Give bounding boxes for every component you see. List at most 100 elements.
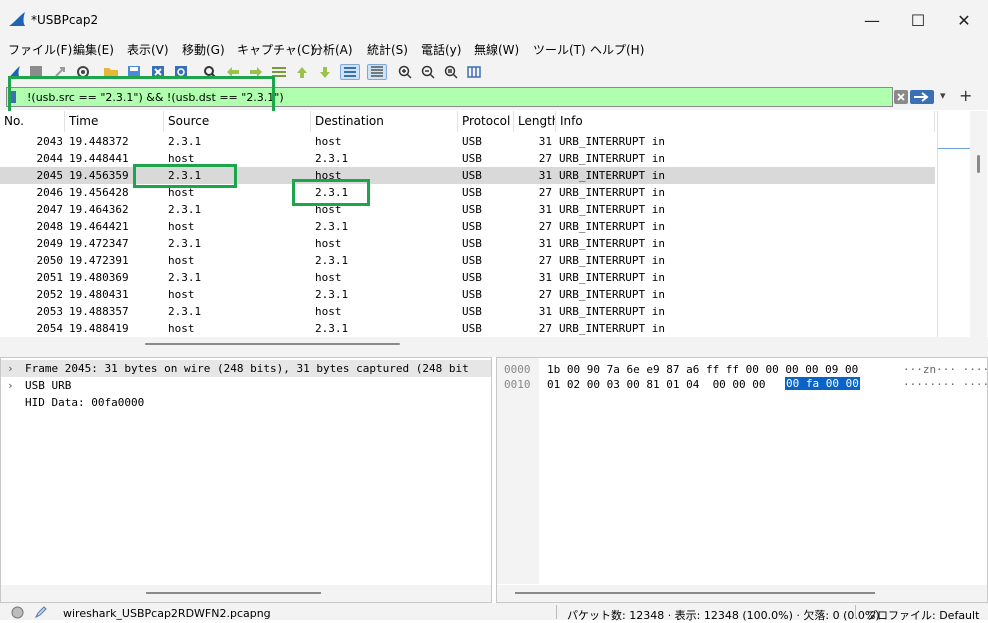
- go-to-packet-icon[interactable]: [271, 64, 287, 80]
- apply-filter-icon[interactable]: [910, 90, 934, 104]
- column-no[interactable]: No.: [0, 111, 65, 132]
- column-destination[interactable]: Destination: [311, 111, 458, 132]
- zoom-in-icon[interactable]: [397, 64, 413, 80]
- details-text: Frame 2045: 31 bytes on wire (248 bits),…: [25, 362, 469, 375]
- cell-time: 19.480431: [69, 288, 129, 301]
- details-row-hid-data[interactable]: HID Data: 00fa0000: [1, 394, 491, 411]
- packet-row[interactable]: 2052 19.480431 host 2.3.1 USB 27 URB_INTERRUPT…: [0, 286, 935, 303]
- ascii-bytes[interactable]: ········ ········: [903, 378, 988, 391]
- menu-wireless[interactable]: 無線(W): [474, 41, 519, 58]
- cell-destination: host: [315, 169, 342, 182]
- filter-bookmark-icon[interactable]: [10, 91, 16, 103]
- cell-length: 31: [538, 271, 552, 284]
- details-row-frame[interactable]: › Frame 2045: 31 bytes on wire (248 bits…: [1, 360, 491, 377]
- cell-destination: host: [315, 305, 342, 318]
- bytes-hscrollbar[interactable]: [497, 585, 987, 602]
- cell-no: 2050: [36, 254, 64, 267]
- edit-comment-icon[interactable]: [34, 605, 48, 619]
- packet-row[interactable]: 2054 19.488419 host 2.3.1 USB 27 URB_INTERRUPT…: [0, 320, 935, 337]
- shark-fin-icon[interactable]: [6, 64, 22, 80]
- cell-no: 2052: [36, 288, 64, 301]
- column-info[interactable]: Info: [556, 111, 935, 132]
- autoscroll-icon[interactable]: [340, 64, 360, 80]
- cell-source: host: [168, 288, 195, 301]
- expert-info-icon[interactable]: [11, 606, 24, 619]
- clear-filter-icon[interactable]: [894, 90, 908, 104]
- menu-tools[interactable]: ツール(T): [533, 41, 586, 58]
- packet-counts: パケット数: 12348 · 表示: 12348 (100.0%) · 欠落: …: [567, 609, 880, 622]
- maximize-button[interactable]: ☐: [895, 0, 941, 40]
- hex-bytes-selected[interactable]: 00 fa 00 00: [785, 377, 860, 390]
- menu-file[interactable]: ファイル(F): [8, 41, 72, 58]
- details-hscrollbar[interactable]: [1, 585, 491, 602]
- pane-splitter[interactable]: [0, 337, 988, 357]
- column-source[interactable]: Source: [164, 111, 311, 132]
- packet-row[interactable]: 2045 19.456359 2.3.1 host USB 31 URB_INTERRUPT…: [0, 167, 935, 184]
- menu-capture[interactable]: キャプチャ(C): [237, 41, 315, 58]
- packet-row[interactable]: 2044 19.448441 host 2.3.1 USB 27 URB_INTERRUPT…: [0, 150, 935, 167]
- open-folder-icon[interactable]: [103, 64, 119, 80]
- column-length[interactable]: Length: [514, 111, 556, 132]
- menu-statistics[interactable]: 統計(S): [367, 41, 408, 58]
- hex-bytes[interactable]: 1b 00 90 7a 6e e9 87 a6 ff ff 00 00 00 0…: [547, 363, 858, 376]
- add-filter-button[interactable]: +: [959, 86, 972, 105]
- cell-info: URB_INTERRUPT in: [559, 186, 665, 199]
- packet-bytes-pane: 0000 1b 00 90 7a 6e e9 87 a6 ff ff 00 00…: [496, 357, 988, 603]
- packet-minimap[interactable]: [937, 111, 970, 337]
- minimize-button[interactable]: —: [849, 0, 895, 40]
- close-file-icon[interactable]: [150, 64, 166, 80]
- packet-row[interactable]: 2048 19.464421 host 2.3.1 USB 27 URB_INTERRUPT…: [0, 218, 935, 235]
- options-gear-icon[interactable]: [75, 64, 91, 80]
- packet-row[interactable]: 2049 19.472347 2.3.1 host USB 31 URB_INTERRUPT…: [0, 235, 935, 252]
- expand-chevron-icon[interactable]: ›: [7, 362, 14, 375]
- menu-bar: ファイル(F) 編集(E) 表示(V) 移動(G) キャプチャ(C) 分析(A)…: [0, 40, 988, 60]
- packet-row[interactable]: 2053 19.488357 2.3.1 host USB 31 URB_INTERRUPT…: [0, 303, 935, 320]
- resize-columns-icon[interactable]: [466, 64, 482, 80]
- ascii-bytes[interactable]: ···zn··· ········: [903, 363, 988, 376]
- expand-chevron-icon[interactable]: ›: [7, 379, 14, 392]
- find-icon[interactable]: [202, 64, 218, 80]
- hex-bytes[interactable]: 01 02 00 03 00 81 01 04 00 00 00: [547, 378, 772, 391]
- cell-protocol: USB: [462, 203, 482, 216]
- first-packet-icon[interactable]: [294, 64, 310, 80]
- cell-info: URB_INTERRUPT in: [559, 203, 665, 216]
- cell-source: 2.3.1: [168, 203, 202, 216]
- menu-analyze[interactable]: 分析(A): [311, 41, 353, 58]
- packet-row[interactable]: 2050 19.472391 host 2.3.1 USB 27 URB_INTERRUPT…: [0, 252, 935, 269]
- restart-icon[interactable]: [52, 64, 68, 80]
- cell-destination: host: [315, 203, 342, 216]
- colorize-icon[interactable]: [367, 64, 387, 80]
- column-time[interactable]: Time: [65, 111, 164, 132]
- display-filter-input[interactable]: !(usb.src == "2.3.1") && !(usb.dst == "2…: [6, 87, 893, 107]
- menu-edit[interactable]: 編集(E): [73, 41, 114, 58]
- packet-row[interactable]: 2047 19.464362 2.3.1 host USB 31 URB_INTERRUPT…: [0, 201, 935, 218]
- packet-list: No. Time Source Destination Protocol Len…: [0, 111, 970, 337]
- packet-row[interactable]: 2051 19.480369 2.3.1 host USB 31 URB_INTERRUPT…: [0, 269, 935, 286]
- packet-row[interactable]: 2046 19.456428 host 2.3.1 USB 27 URB_INTERRUPT…: [0, 184, 935, 201]
- reload-icon[interactable]: [173, 64, 189, 80]
- column-protocol[interactable]: Protocol: [458, 111, 514, 132]
- last-packet-icon[interactable]: [317, 64, 333, 80]
- go-forward-icon[interactable]: [248, 64, 264, 80]
- stop-icon[interactable]: [28, 64, 44, 80]
- menu-help[interactable]: ヘルプ(H): [590, 41, 644, 58]
- zoom-normal-icon[interactable]: [443, 64, 459, 80]
- go-back-icon[interactable]: [225, 64, 241, 80]
- packet-row[interactable]: 2043 19.448372 2.3.1 host USB 31 URB_INTERRUPT…: [0, 133, 935, 150]
- filter-history-dropdown[interactable]: ▾: [940, 89, 946, 102]
- details-text: HID Data: 00fa0000: [25, 396, 145, 409]
- cell-time: 19.456428: [69, 186, 129, 199]
- cell-no: 2051: [36, 271, 64, 284]
- zoom-out-icon[interactable]: [420, 64, 436, 80]
- menu-view[interactable]: 表示(V): [127, 41, 169, 58]
- menu-go[interactable]: 移動(G): [182, 41, 225, 58]
- profile-label[interactable]: プロファイル: Default: [866, 607, 979, 623]
- cell-length: 31: [538, 305, 552, 318]
- capture-file-name: wireshark_USBPcap2RDWFN2.pcapng: [63, 607, 271, 620]
- packet-list-scrollbar[interactable]: [970, 111, 987, 337]
- cell-no: 2053: [36, 305, 64, 318]
- details-row-usb-urb[interactable]: › USB URB: [1, 377, 491, 394]
- save-icon[interactable]: [126, 64, 142, 80]
- close-button[interactable]: ✕: [941, 0, 987, 40]
- menu-telephony[interactable]: 電話(y): [421, 41, 461, 58]
